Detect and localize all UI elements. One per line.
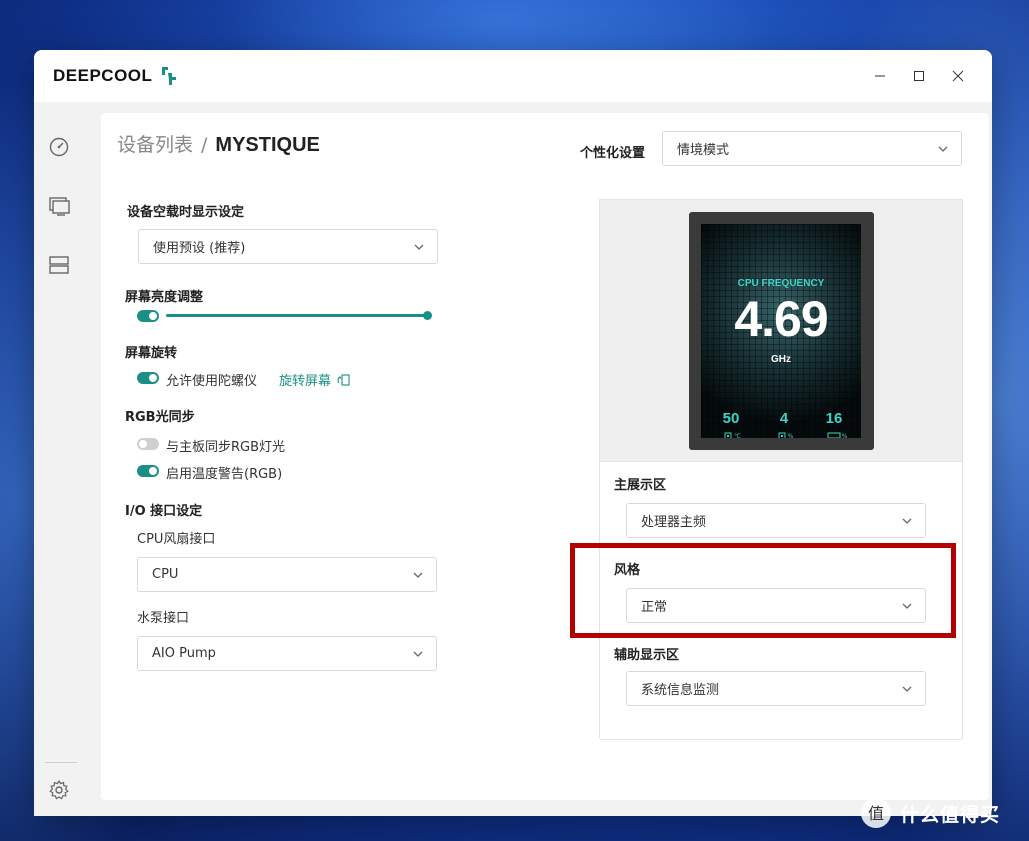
pump-value: AIO Pump: [152, 646, 216, 661]
motherboard-sync-toggle[interactable]: [137, 438, 159, 450]
deepcool-mark-icon: [162, 67, 177, 85]
stat-unit-temp: ℃: [734, 432, 741, 439]
watermark: 值 什么值得买: [860, 797, 1000, 829]
rgb-sync-label: RGB光同步: [125, 410, 195, 425]
screen-value: 4.69: [734, 291, 828, 347]
sidebar-item-settings[interactable]: [48, 779, 70, 801]
device-screen: CPU FREQUENCY 4.69 GHz 50 4 16 ℃ % %: [701, 224, 861, 438]
settings-gear-icon: [49, 779, 69, 800]
watermark-text: 什么值得买: [900, 803, 1001, 826]
dashboard-gauge-icon: [49, 137, 69, 157]
deepcool-logo: DEEPCOOL: [53, 65, 178, 87]
temp-warning-label: 启用温度警告(RGB): [166, 467, 283, 482]
idle-display-select[interactable]: 使用预设 (推荐): [138, 229, 438, 264]
svg-text:值: 值: [868, 804, 884, 823]
screen-stat-usage: 4: [779, 410, 789, 427]
rotation-label: 屏幕旋转: [125, 346, 178, 361]
breadcrumb-separator: /: [201, 134, 208, 156]
title-bar[interactable]: DEEPCOOL: [34, 50, 992, 102]
cpu-usage-icon: %: [770, 430, 800, 438]
personalization-label: 个性化设置: [580, 146, 646, 161]
main-display-label: 主展示区: [614, 478, 667, 493]
idle-display-label: 设备空载时显示设定: [127, 205, 245, 220]
minimize-button[interactable]: [863, 62, 897, 90]
rotate-screen-link[interactable]: 旋转屏幕: [279, 370, 351, 389]
screen-stat-temp: 50: [722, 410, 740, 427]
chevron-down-icon: [902, 518, 912, 524]
sidebar-item-storage[interactable]: [48, 254, 70, 276]
chevron-down-icon: [938, 146, 948, 152]
cpu-temp-icon: ℃: [717, 430, 747, 438]
personalization-value: 情境模式: [677, 143, 730, 158]
brightness-toggle[interactable]: [137, 310, 159, 322]
pump-label: 水泵接口: [137, 611, 190, 626]
io-label: I/O 接口设定: [125, 504, 203, 519]
brightness-slider-thumb[interactable]: [423, 311, 432, 320]
stat-unit-usage: %: [787, 432, 794, 439]
breadcrumb-current: MYSTIQUE: [215, 134, 320, 156]
chevron-down-icon: [413, 651, 423, 657]
rotate-screen-icon: [337, 374, 350, 386]
sidebar-item-dashboard[interactable]: [48, 136, 70, 158]
breadcrumb: 设备列表 / MYSTIQUE: [117, 130, 320, 157]
minimize-icon: [875, 75, 885, 77]
chevron-down-icon: [902, 686, 912, 692]
close-button[interactable]: [941, 62, 975, 90]
main-display-select[interactable]: 处理器主频: [626, 503, 926, 538]
cpu-fan-select[interactable]: CPU: [137, 557, 437, 592]
idle-display-value: 使用预设 (推荐): [153, 241, 246, 256]
screen-title: CPU FREQUENCY: [737, 278, 825, 289]
cpu-fan-value: CPU: [152, 567, 179, 582]
stat-unit-ram: %: [841, 432, 848, 439]
monitor-icon: [49, 197, 70, 216]
personalization-select[interactable]: 情境模式: [662, 131, 962, 166]
sidebar-item-devices[interactable]: [48, 195, 70, 217]
chevron-down-icon: [414, 244, 424, 250]
watermark-logo-icon: 值: [861, 798, 891, 828]
temp-warning-toggle[interactable]: [137, 465, 159, 477]
brightness-label: 屏幕亮度调整: [125, 290, 204, 305]
gyro-toggle[interactable]: [137, 372, 159, 384]
motherboard-sync-label: 与主板同步RGB灯光: [166, 440, 286, 455]
screen-unit: GHz: [771, 354, 791, 365]
brand-name: DEEPCOOL: [53, 66, 153, 85]
chevron-down-icon: [413, 572, 423, 578]
brightness-slider-track[interactable]: [166, 314, 428, 317]
maximize-icon: [914, 71, 924, 81]
sidebar-divider: [45, 762, 77, 763]
main-display-value: 处理器主频: [641, 515, 707, 530]
aux-display-value: 系统信息监测: [641, 683, 720, 698]
maximize-button[interactable]: [902, 62, 936, 90]
rotate-screen-label: 旋转屏幕: [279, 374, 332, 389]
close-icon: [952, 70, 964, 82]
breadcrumb-parent[interactable]: 设备列表: [117, 134, 193, 156]
aux-display-label: 辅助显示区: [614, 648, 680, 663]
cpu-fan-label: CPU风扇接口: [137, 532, 216, 547]
storage-icon: [49, 256, 69, 274]
gyro-label: 允许使用陀螺仪: [166, 374, 258, 389]
sidebar: [34, 102, 86, 816]
screen-stat-ram: 16: [825, 410, 843, 427]
pump-select[interactable]: AIO Pump: [137, 636, 437, 671]
style-highlight-box: [570, 543, 956, 638]
aux-display-select[interactable]: 系统信息监测: [626, 671, 926, 706]
ram-usage-icon: %: [822, 430, 852, 438]
